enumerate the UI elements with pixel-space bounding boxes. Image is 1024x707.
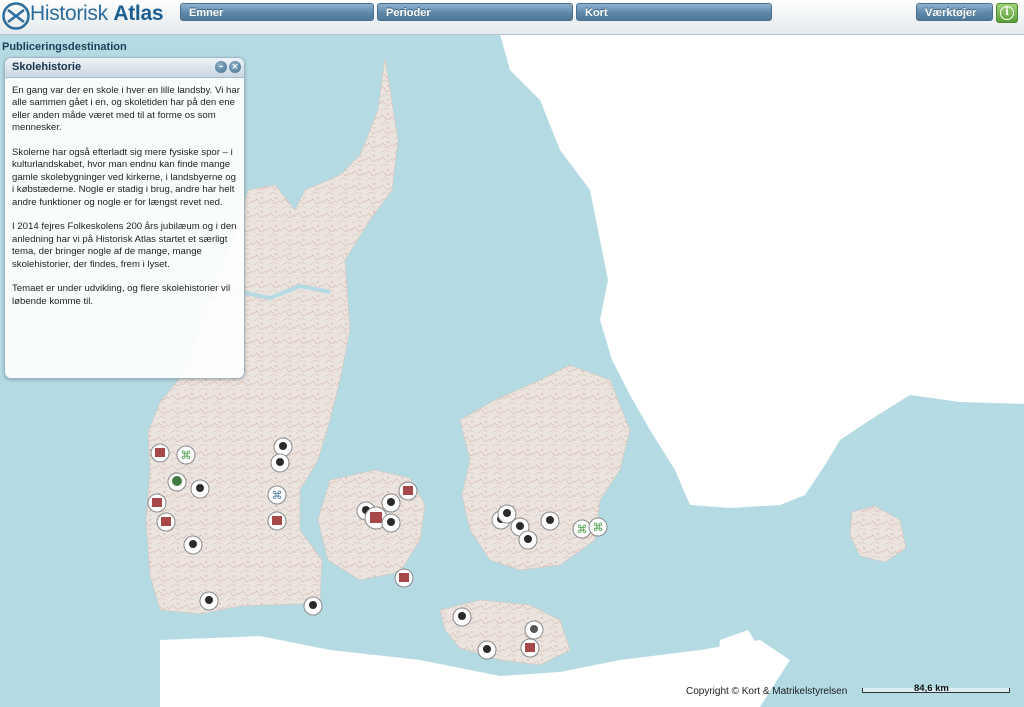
map-marker[interactable] [452, 607, 472, 627]
teacher-icon [189, 540, 197, 548]
teacher-icon [387, 498, 395, 506]
school-building-icon [155, 448, 165, 457]
map-marker[interactable] [270, 453, 290, 473]
school-building-icon [525, 643, 535, 652]
map-marker[interactable] [183, 535, 203, 555]
school-building-icon [272, 516, 282, 525]
school-building-icon [152, 498, 162, 507]
panel-paragraph: I 2014 fejres Folkeskolens 200 års jubil… [12, 221, 237, 270]
teacher-icon [387, 518, 395, 526]
map-marker[interactable] [267, 511, 287, 531]
map-marker[interactable] [477, 640, 497, 660]
school-building-icon [399, 573, 409, 582]
cross-symbol-icon: ⌘ [577, 523, 588, 536]
panel-header: Skolehistorie – × [5, 58, 244, 78]
publication-destination-label: Publiceringsdestination [2, 41, 127, 53]
teacher-icon [546, 516, 554, 524]
map-marker[interactable] [147, 493, 167, 513]
panel-paragraph: Skolerne har også efterladt sig mere fys… [12, 147, 236, 208]
menu-button-tools[interactable]: Værktøjer [916, 3, 993, 21]
teacher-icon [483, 645, 491, 653]
map-marker[interactable] [524, 620, 544, 640]
school-building-icon [370, 512, 382, 523]
map-marker[interactable] [303, 596, 323, 616]
logo-knot-icon [2, 2, 30, 30]
teacher-icon [196, 484, 204, 492]
teacher-icon [458, 612, 466, 620]
app-title: Historisk Atlas [30, 2, 164, 25]
cross-symbol-icon: ⌘ [272, 489, 283, 502]
teacher-icon [309, 601, 317, 609]
copyright-notice: Copyright © Kort & Matrikelstyrelsen [686, 686, 848, 697]
map-marker[interactable] [398, 481, 418, 501]
map-marker[interactable] [394, 568, 414, 588]
school-building-icon [161, 517, 171, 526]
panel-title: Skolehistorie [12, 61, 82, 73]
menu-button-kort[interactable]: Kort [576, 3, 772, 21]
cross-symbol-icon: ⌘ [181, 449, 192, 462]
minimize-icon[interactable]: – [215, 61, 227, 73]
map-marker[interactable]: ⌘ [588, 517, 608, 537]
map-marker[interactable]: ⌘ [572, 519, 592, 539]
pupils-group-icon [524, 535, 532, 543]
pupils-group-icon [530, 625, 538, 633]
close-icon[interactable]: × [229, 61, 241, 73]
menu-button-emner[interactable]: Emner [180, 3, 374, 21]
panel-paragraph: En gang var der en skole i hver en lille… [12, 85, 240, 134]
map-marker[interactable]: ⌘ [176, 445, 196, 465]
school-building-icon [403, 486, 413, 495]
teacher-icon [516, 522, 524, 530]
tree-icon [172, 476, 182, 486]
map-marker[interactable] [199, 591, 219, 611]
map-marker[interactable] [540, 511, 560, 531]
info-button[interactable]: i [996, 3, 1018, 23]
map-marker[interactable] [381, 513, 401, 533]
teacher-icon [276, 458, 284, 466]
panel-body: En gang var der en skole i hver en lille… [12, 85, 240, 321]
cross-symbol-icon: ⌘ [593, 521, 604, 534]
scale-label: 84,6 km [914, 683, 949, 694]
info-icon: i [1000, 6, 1014, 20]
teacher-icon [205, 596, 213, 604]
theme-info-panel: Skolehistorie – × En gang var der en sko… [4, 57, 245, 379]
map-marker[interactable] [190, 479, 210, 499]
map-marker[interactable] [273, 437, 293, 457]
map-marker[interactable] [167, 472, 187, 492]
map-marker[interactable] [381, 493, 401, 513]
map-marker[interactable] [150, 443, 170, 463]
menu-button-perioder[interactable]: Perioder [377, 3, 573, 21]
map-marker[interactable] [518, 530, 538, 550]
map-marker[interactable] [520, 638, 540, 658]
map-marker[interactable]: ⌘ [267, 485, 287, 505]
map-marker[interactable] [156, 512, 176, 532]
top-navigation-bar: Historisk Atlas Emner Perioder Kort Værk… [0, 0, 1024, 35]
teacher-icon [503, 509, 511, 517]
teacher-icon [279, 442, 287, 450]
panel-paragraph: Temaet er under udvikling, og flere skol… [12, 283, 231, 307]
app-logo[interactable]: Historisk Atlas [0, 0, 170, 34]
